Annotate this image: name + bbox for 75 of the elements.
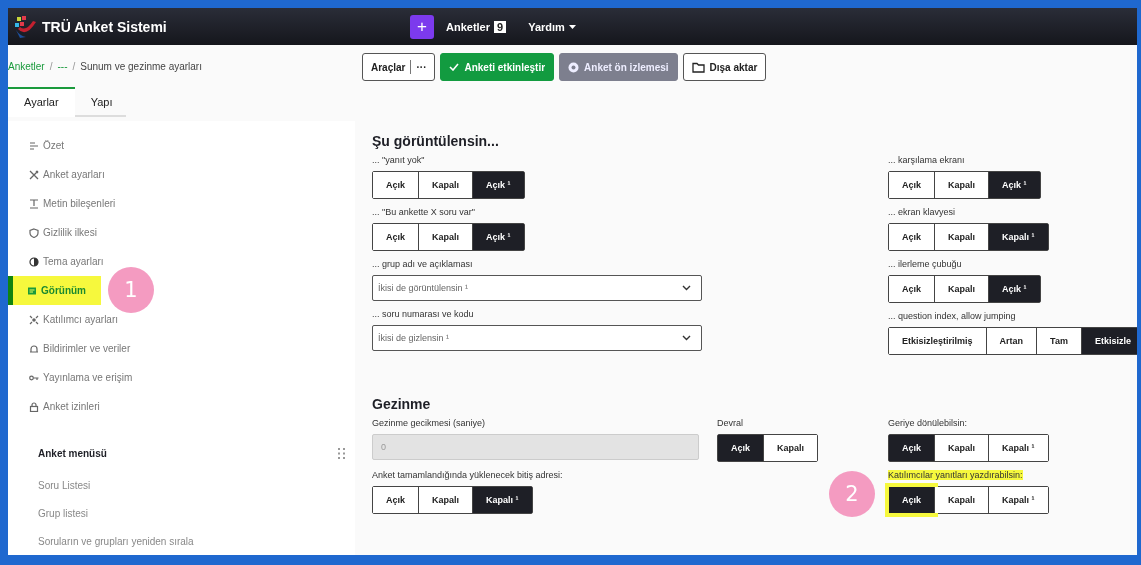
logo-icon: [14, 15, 38, 38]
sidebar-item[interactable]: Bildirimler ve veriler: [8, 334, 355, 363]
drag-handle-icon[interactable]: [338, 448, 345, 459]
toggle-option[interactable]: Kapalı ¹: [988, 487, 1048, 513]
text-icon: [29, 198, 39, 209]
section-title: Gezinme: [372, 396, 432, 412]
shield-icon: [29, 227, 39, 238]
tools-button[interactable]: Araçlar ···: [362, 53, 436, 81]
toggle-option[interactable]: Açık ¹: [472, 224, 524, 250]
section-title: Şu görüntülensin...: [372, 133, 500, 149]
setting-label: Geriye dönülebilsin:: [888, 418, 968, 428]
setting-label: ... karşılama ekranı: [888, 155, 965, 165]
toggle-option[interactable]: Etkisizle: [1080, 328, 1137, 354]
menu-item[interactable]: Soruların ve grupları yeniden sırala: [8, 527, 355, 555]
toggle-option[interactable]: Kapalı ¹: [988, 224, 1048, 250]
toggle-option[interactable]: Açık: [889, 435, 934, 461]
toggle-option[interactable]: Kapalı ¹: [988, 435, 1048, 461]
setting-label: Gezinme gecikmesi (saniye): [372, 418, 486, 428]
breadcrumb-link[interactable]: Anketler: [8, 60, 45, 72]
tab[interactable]: Yapı: [74, 87, 127, 117]
toggle-option[interactable]: Kapalı: [763, 435, 818, 461]
tools-icon: [29, 169, 39, 180]
select-field[interactable]: İkisi de gizlensin ¹: [372, 325, 702, 351]
check-icon: [449, 63, 460, 71]
screen-icon: [27, 285, 37, 296]
caret-icon: [568, 24, 576, 29]
help-menu[interactable]: Yardım: [528, 20, 576, 33]
toggle-option[interactable]: Açık ¹: [988, 172, 1040, 198]
chevron-icon: [682, 285, 691, 291]
setting-label: ... grup adı ve açıklaması: [372, 259, 473, 269]
toggle-option[interactable]: Açık ¹: [988, 276, 1040, 302]
sidebar-item[interactable]: Metin bileşenleri: [8, 189, 355, 218]
contrast-icon: [29, 256, 39, 267]
step-marker: 2: [829, 471, 875, 517]
sidebar-item[interactable]: Yayınlama ve erişim: [8, 363, 355, 392]
tab[interactable]: Ayarlar: [8, 87, 75, 117]
setting-label: ... ekran klavyesi: [888, 207, 956, 217]
lock-icon: [29, 401, 39, 412]
breadcrumb-separator: /: [72, 60, 76, 72]
setting-label: ... soru numarası ve kodu: [372, 309, 474, 319]
breadcrumb-separator: /: [49, 60, 53, 72]
menu-heading: Anket menüsü: [38, 448, 107, 459]
sidebar-item[interactable]: Özet: [8, 131, 355, 160]
surveys-menu[interactable]: Anketler: [446, 20, 491, 33]
setting-label: ... question index, allow jumping: [888, 311, 1016, 321]
eye-icon: [568, 61, 580, 73]
setting-label: ... "yanıt yok": [372, 155, 425, 165]
setting-label: Katılımcılar yanıtları yazdırabilsin:: [888, 470, 1023, 480]
bell-icon: [29, 343, 39, 354]
toggle-option[interactable]: Açık ¹: [472, 172, 524, 198]
count-badge: 9: [494, 20, 507, 33]
setting-label: ... ilerleme çubuğu: [888, 259, 962, 269]
people-icon: [29, 314, 39, 325]
toggle-option[interactable]: Açık: [718, 435, 763, 461]
sidebar-item[interactable]: Anket izinleri: [8, 392, 355, 421]
breadcrumb-current: Sunum ve gezinme ayarları: [80, 60, 202, 72]
activate-button[interactable]: Anketi etkinleştir: [440, 53, 555, 81]
add-button[interactable]: +: [410, 14, 434, 39]
preview-button[interactable]: Anket ön izlemesi: [559, 53, 678, 81]
setting-label: ... "Bu ankette X soru var": [372, 207, 475, 217]
toggle-option[interactable]: Kapalı ¹: [472, 487, 532, 513]
chevron-icon: [682, 335, 691, 341]
folder-icon: [691, 61, 705, 73]
step-marker: 1: [108, 267, 154, 313]
app-title: TRÜ Anket Sistemi: [42, 18, 167, 35]
export-button[interactable]: Dışa aktar: [682, 53, 767, 81]
sidebar-item[interactable]: Gizlilik ilkesi: [8, 218, 355, 247]
setting-label: Devral: [717, 418, 743, 428]
menu-item[interactable]: Grup listesi: [8, 499, 355, 527]
setting-label: Anket tamamlandığında yüklenecek bitiş adresi:: [372, 470, 563, 480]
select-field[interactable]: İkisi de görüntülensin ¹: [372, 275, 702, 301]
breadcrumb-link[interactable]: ---: [57, 60, 68, 72]
list-icon: [29, 140, 39, 151]
menu-item[interactable]: Soru Listesi: [8, 471, 355, 499]
sidebar-item[interactable]: Anket ayarları: [8, 160, 355, 189]
